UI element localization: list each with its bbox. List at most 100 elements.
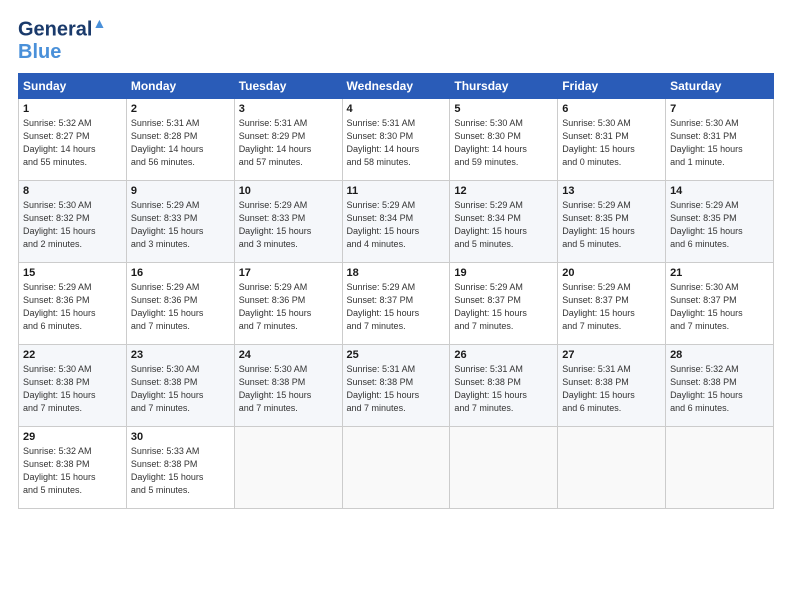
day-number: 11 [347,185,446,197]
day-number: 30 [131,431,230,443]
calendar-cell: 4 Sunrise: 5:31 AM Sunset: 8:30 PM Daylig… [342,98,450,180]
day-number: 20 [562,267,661,279]
day-info: Sunrise: 5:29 AM Sunset: 8:34 PM Dayligh… [347,199,446,251]
logo: General▲ Blue [18,16,106,63]
day-header-sunday: Sunday [19,73,127,98]
calendar-cell: 30 Sunrise: 5:33 AM Sunset: 8:38 PM Dayli… [126,426,234,508]
day-info: Sunrise: 5:30 AM Sunset: 8:38 PM Dayligh… [239,363,338,415]
calendar-cell: 29Sunrise: 5:32 AM Sunset: 8:38 PM Dayli… [19,426,127,508]
calendar-cell: 25Sunrise: 5:31 AM Sunset: 8:38 PM Dayli… [342,344,450,426]
day-info: Sunrise: 5:33 AM Sunset: 8:38 PM Dayligh… [131,445,230,497]
calendar-week-1: 1 Sunrise: 5:32 AM Sunset: 8:27 PM Daylig… [19,98,774,180]
day-header-monday: Monday [126,73,234,98]
calendar-cell [558,426,666,508]
calendar-cell: 10Sunrise: 5:29 AM Sunset: 8:33 PM Dayli… [234,180,342,262]
calendar-cell: 19 Sunrise: 5:29 AM Sunset: 8:37 PM Dayli… [450,262,558,344]
calendar-cell [234,426,342,508]
day-info: Sunrise: 5:29 AM Sunset: 8:33 PM Dayligh… [131,199,230,251]
calendar-cell: 9Sunrise: 5:29 AM Sunset: 8:33 PM Daylig… [126,180,234,262]
logo-general: General [18,19,92,41]
calendar-cell: 24 Sunrise: 5:30 AM Sunset: 8:38 PM Dayli… [234,344,342,426]
day-number: 23 [131,349,230,361]
day-info: Sunrise: 5:29 AM Sunset: 8:37 PM Dayligh… [562,281,661,333]
calendar-cell: 3 Sunrise: 5:31 AM Sunset: 8:29 PM Daylig… [234,98,342,180]
calendar-cell: 13Sunrise: 5:29 AM Sunset: 8:35 PM Dayli… [558,180,666,262]
day-info: Sunrise: 5:31 AM Sunset: 8:29 PM Dayligh… [239,117,338,169]
day-info: Sunrise: 5:31 AM Sunset: 8:28 PM Dayligh… [131,117,230,169]
day-info: Sunrise: 5:29 AM Sunset: 8:36 PM Dayligh… [23,281,122,333]
calendar-cell: 7 Sunrise: 5:30 AM Sunset: 8:31 PM Daylig… [666,98,774,180]
day-info: Sunrise: 5:31 AM Sunset: 8:30 PM Dayligh… [347,117,446,169]
calendar-cell: 5 Sunrise: 5:30 AM Sunset: 8:30 PM Daylig… [450,98,558,180]
day-number: 19 [454,267,553,279]
page: General▲ Blue SundayMondayTuesdayWednesd… [0,0,792,612]
day-info: Sunrise: 5:30 AM Sunset: 8:37 PM Dayligh… [670,281,769,333]
day-number: 7 [670,103,769,115]
day-header-thursday: Thursday [450,73,558,98]
calendar-cell [450,426,558,508]
calendar-table: SundayMondayTuesdayWednesdayThursdayFrid… [18,73,774,509]
day-info: Sunrise: 5:29 AM Sunset: 8:35 PM Dayligh… [670,199,769,251]
day-number: 21 [670,267,769,279]
day-number: 10 [239,185,338,197]
day-info: Sunrise: 5:31 AM Sunset: 8:38 PM Dayligh… [562,363,661,415]
calendar-cell: 11 Sunrise: 5:29 AM Sunset: 8:34 PM Dayli… [342,180,450,262]
calendar-cell: 6 Sunrise: 5:30 AM Sunset: 8:31 PM Daylig… [558,98,666,180]
day-header-friday: Friday [558,73,666,98]
day-info: Sunrise: 5:29 AM Sunset: 8:36 PM Dayligh… [239,281,338,333]
day-number: 15 [23,267,122,279]
day-info: Sunrise: 5:30 AM Sunset: 8:32 PM Dayligh… [23,199,122,251]
calendar-cell: 15 Sunrise: 5:29 AM Sunset: 8:36 PM Dayli… [19,262,127,344]
calendar-week-3: 15 Sunrise: 5:29 AM Sunset: 8:36 PM Dayli… [19,262,774,344]
calendar-cell [342,426,450,508]
calendar-cell: 8 Sunrise: 5:30 AM Sunset: 8:32 PM Daylig… [19,180,127,262]
calendar-cell: 12Sunrise: 5:29 AM Sunset: 8:34 PM Dayli… [450,180,558,262]
day-info: Sunrise: 5:30 AM Sunset: 8:31 PM Dayligh… [670,117,769,169]
calendar-week-2: 8 Sunrise: 5:30 AM Sunset: 8:32 PM Daylig… [19,180,774,262]
day-info: Sunrise: 5:32 AM Sunset: 8:38 PM Dayligh… [670,363,769,415]
calendar-cell: 21 Sunrise: 5:30 AM Sunset: 8:37 PM Dayli… [666,262,774,344]
day-number: 8 [23,185,122,197]
day-number: 4 [347,103,446,115]
calendar-cell: 26Sunrise: 5:31 AM Sunset: 8:38 PM Dayli… [450,344,558,426]
day-info: Sunrise: 5:30 AM Sunset: 8:38 PM Dayligh… [131,363,230,415]
day-info: Sunrise: 5:30 AM Sunset: 8:31 PM Dayligh… [562,117,661,169]
day-info: Sunrise: 5:29 AM Sunset: 8:37 PM Dayligh… [347,281,446,333]
day-number: 6 [562,103,661,115]
calendar-cell: 17Sunrise: 5:29 AM Sunset: 8:36 PM Dayli… [234,262,342,344]
day-info: Sunrise: 5:30 AM Sunset: 8:38 PM Dayligh… [23,363,122,415]
day-info: Sunrise: 5:29 AM Sunset: 8:37 PM Dayligh… [454,281,553,333]
day-number: 24 [239,349,338,361]
day-header-saturday: Saturday [666,73,774,98]
calendar-week-5: 29Sunrise: 5:32 AM Sunset: 8:38 PM Dayli… [19,426,774,508]
day-header-tuesday: Tuesday [234,73,342,98]
calendar-cell [666,426,774,508]
calendar-week-4: 22Sunrise: 5:30 AM Sunset: 8:38 PM Dayli… [19,344,774,426]
calendar-cell: 20 Sunrise: 5:29 AM Sunset: 8:37 PM Dayli… [558,262,666,344]
day-header-wednesday: Wednesday [342,73,450,98]
day-info: Sunrise: 5:30 AM Sunset: 8:30 PM Dayligh… [454,117,553,169]
day-info: Sunrise: 5:29 AM Sunset: 8:35 PM Dayligh… [562,199,661,251]
day-number: 5 [454,103,553,115]
calendar-cell: 27Sunrise: 5:31 AM Sunset: 8:38 PM Dayli… [558,344,666,426]
logo-triangle: ▲ [92,15,106,31]
calendar-header-row: SundayMondayTuesdayWednesdayThursdayFrid… [19,73,774,98]
day-info: Sunrise: 5:29 AM Sunset: 8:36 PM Dayligh… [131,281,230,333]
day-info: Sunrise: 5:32 AM Sunset: 8:27 PM Dayligh… [23,117,122,169]
calendar-cell: 23 Sunrise: 5:30 AM Sunset: 8:38 PM Dayli… [126,344,234,426]
calendar-cell: 2Sunrise: 5:31 AM Sunset: 8:28 PM Daylig… [126,98,234,180]
calendar-cell: 18 Sunrise: 5:29 AM Sunset: 8:37 PM Dayli… [342,262,450,344]
header: General▲ Blue [18,16,774,63]
day-number: 1 [23,103,122,115]
day-number: 28 [670,349,769,361]
day-number: 18 [347,267,446,279]
day-info: Sunrise: 5:32 AM Sunset: 8:38 PM Dayligh… [23,445,122,497]
day-number: 3 [239,103,338,115]
day-number: 26 [454,349,553,361]
day-info: Sunrise: 5:29 AM Sunset: 8:34 PM Dayligh… [454,199,553,251]
logo-blue: Blue [18,41,106,63]
day-info: Sunrise: 5:31 AM Sunset: 8:38 PM Dayligh… [347,363,446,415]
calendar-cell: 16Sunrise: 5:29 AM Sunset: 8:36 PM Dayli… [126,262,234,344]
calendar-cell: 14Sunrise: 5:29 AM Sunset: 8:35 PM Dayli… [666,180,774,262]
calendar-cell: 28 Sunrise: 5:32 AM Sunset: 8:38 PM Dayli… [666,344,774,426]
